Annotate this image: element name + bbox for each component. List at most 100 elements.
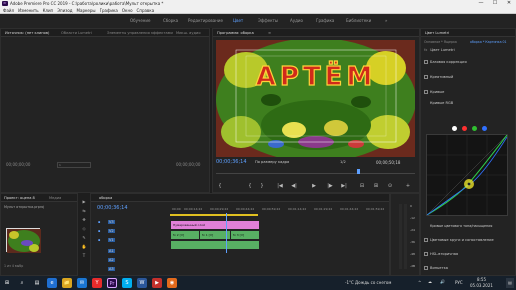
explorer-icon[interactable]: 📁 <box>62 278 72 288</box>
weather-widget[interactable]: -1°С Дождь со снегом <box>345 280 391 285</box>
minimize-button[interactable]: — <box>474 0 488 7</box>
playhead[interactable] <box>357 169 360 174</box>
mark-in-button[interactable]: { <box>246 183 254 189</box>
v2-lock-icon[interactable]: ▪ <box>98 229 100 233</box>
channel-red-button[interactable] <box>462 126 467 131</box>
workspace-assembly[interactable]: Сборка <box>163 18 178 23</box>
timeline-ruler[interactable]: 00;00 00;00;14;22 00;00;29;22 00;00;44;2… <box>170 207 390 213</box>
track-v1[interactable]: V1 <box>108 238 115 242</box>
premiere-taskbar-icon[interactable]: Pr <box>107 278 117 288</box>
workspace-libraries[interactable]: Библиотеки <box>346 18 371 23</box>
extract-button[interactable]: ⊞ <box>372 183 380 189</box>
workspace-audio[interactable]: Аудио <box>290 18 303 23</box>
timeline-clip-graphics[interactable]: Нумерованный слой <box>171 221 259 229</box>
menu-file[interactable]: Файл <box>3 8 14 13</box>
start-icon[interactable]: ⊞ <box>2 278 12 288</box>
menu-help[interactable]: Справка <box>137 8 155 13</box>
close-button[interactable]: ✕ <box>502 0 516 7</box>
v1-lock-icon[interactable]: ▪ <box>98 238 100 242</box>
fx-badge[interactable]: fx <box>424 48 427 52</box>
rgb-curve-editor[interactable] <box>426 134 508 216</box>
checkbox[interactable] <box>424 266 428 270</box>
hand-tool-icon[interactable]: ✋ <box>80 244 88 250</box>
rgb-curves-header[interactable]: Кривые RGB <box>424 101 516 105</box>
workspace-overflow[interactable]: » <box>385 18 387 23</box>
checkbox[interactable] <box>424 60 428 64</box>
workspace-editing[interactable]: Редактирование <box>188 18 223 23</box>
export-frame-button[interactable]: ⊙ <box>386 183 394 189</box>
add-button[interactable]: + <box>404 183 412 189</box>
track-select-tool-icon[interactable]: ⇆ <box>80 208 88 214</box>
chrome-icon[interactable]: ◉ <box>167 278 177 288</box>
selection-tool-icon[interactable]: ▶ <box>80 199 88 205</box>
mark-out-button[interactable]: } <box>258 183 266 189</box>
lift-button[interactable]: ⊟ <box>358 183 366 189</box>
tab-program[interactable]: Программа: оборка <box>217 31 254 35</box>
menu-icon[interactable]: ≡ <box>268 31 271 35</box>
timeline-clip-v1[interactable] <box>171 241 259 249</box>
workspace-learning[interactable]: Обучение <box>130 18 150 23</box>
track-a1[interactable]: A1 <box>108 249 115 253</box>
edge-icon[interactable]: e <box>47 278 57 288</box>
checkbox[interactable] <box>424 90 428 94</box>
ripple-edit-tool-icon[interactable]: ✥ <box>80 217 88 223</box>
search-icon[interactable]: ⌕ <box>17 278 27 288</box>
word-icon[interactable]: W <box>137 278 147 288</box>
channel-luma-button[interactable] <box>452 126 457 131</box>
tab-lumetri-color[interactable]: Цвет Lumetri <box>425 31 449 35</box>
v3-lock-icon[interactable]: ▪ <box>98 220 100 224</box>
project-thumbnail[interactable] <box>6 228 41 253</box>
timeline-clip-v2c[interactable]: fx 3 [V] <box>231 231 259 239</box>
tab-project[interactable]: Проект: оцепа 8 <box>4 196 35 200</box>
timeline-clip-v2[interactable]: fx 2 [V] <box>171 231 199 239</box>
section-hsl-secondary[interactable]: HSL-вторичная <box>424 252 516 256</box>
section-vignette[interactable]: Виньетка <box>424 266 516 270</box>
clock-time[interactable]: 8:55 <box>477 277 486 282</box>
go-to-out-button[interactable]: ▶| <box>340 183 348 189</box>
section-creative[interactable]: Креативный <box>424 75 516 79</box>
notification-icon[interactable]: ▤ <box>506 278 514 288</box>
step-back-button[interactable]: ◀| <box>290 183 298 189</box>
section-curves[interactable]: Кривые <box>424 90 516 94</box>
razor-tool-icon[interactable]: ◇ <box>80 226 88 232</box>
marker-button[interactable]: { <box>216 183 224 189</box>
maximize-button[interactable]: ☐ <box>488 0 502 7</box>
language-indicator[interactable]: РУС <box>455 280 463 285</box>
tab-audio-mixer[interactable]: Микш. аудио <box>176 31 201 35</box>
play-button[interactable]: ▶ <box>310 183 318 189</box>
workspace-graphics[interactable]: Графика <box>316 18 334 23</box>
menu-window[interactable]: Окно <box>122 8 133 13</box>
work-area-bar[interactable] <box>170 214 258 216</box>
step-forward-button[interactable]: |▶ <box>326 183 334 189</box>
channel-green-button[interactable] <box>472 126 477 131</box>
menu-edit[interactable]: Изменить <box>18 8 39 13</box>
fit-dropdown[interactable]: По размеру кадра <box>255 160 289 164</box>
track-a2[interactable]: A2 <box>108 258 115 262</box>
channel-blue-button[interactable] <box>482 126 487 131</box>
section-color-wheels[interactable]: Цветовые круги и сопоставление <box>424 238 516 242</box>
timeline-playhead[interactable] <box>226 213 227 253</box>
task-view-icon[interactable]: ▤ <box>32 278 42 288</box>
track-v2[interactable]: V2 <box>108 229 115 233</box>
pen-tool-icon[interactable]: ✎ <box>80 235 88 241</box>
hsl-curves-header[interactable]: Кривые цветового тона/насыщения <box>424 224 516 228</box>
source-page[interactable]: 1 <box>57 162 91 168</box>
tab-media[interactable]: Медиа <box>49 196 61 200</box>
skype-icon[interactable]: S <box>122 278 132 288</box>
menu-markers[interactable]: Маркеры <box>77 8 96 13</box>
track-a3[interactable]: A3 <box>108 267 115 271</box>
checkbox[interactable] <box>424 238 428 242</box>
section-basic[interactable]: Базовая коррекция <box>424 60 516 64</box>
workspace-effects[interactable]: Эффекты <box>258 18 278 23</box>
tab-sequence[interactable]: оборка <box>99 196 112 200</box>
cloud-icon[interactable]: ☁ <box>428 279 432 284</box>
track-v3[interactable]: V3 <box>108 220 115 224</box>
media-player-icon[interactable]: ▶ <box>152 278 162 288</box>
tray-chevron-icon[interactable]: ^ <box>418 280 421 285</box>
workspace-color[interactable]: Цвет <box>233 18 243 23</box>
go-to-in-button[interactable]: |◀ <box>276 183 284 189</box>
volume-icon[interactable]: 🔊 <box>440 279 445 284</box>
menu-sequence[interactable]: Эпизод <box>57 8 72 13</box>
clock-date[interactable]: 05.03.2021 <box>470 283 493 288</box>
lumetri-target[interactable]: оборка * Картинка 01 <box>470 40 514 44</box>
